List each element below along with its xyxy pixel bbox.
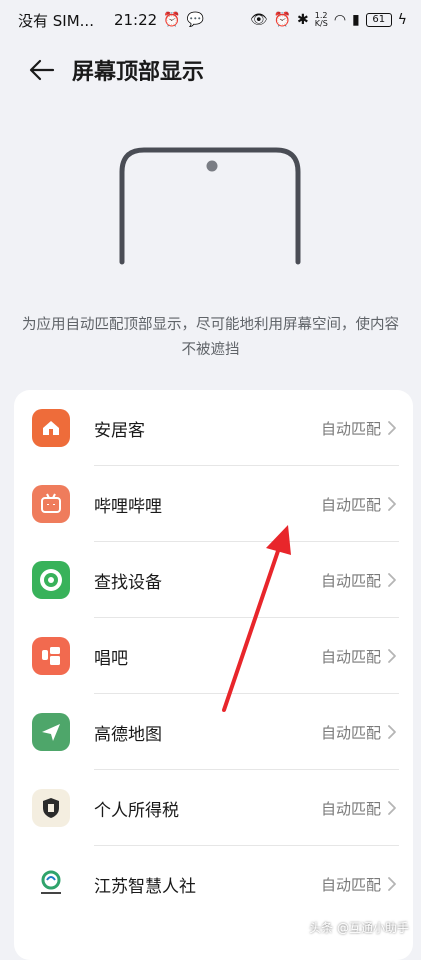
amap-icon (32, 713, 70, 751)
display-mode-value: 自动匹配 (320, 875, 381, 894)
watermark: 头条 @互通小助手 (309, 919, 409, 936)
changba-icon (32, 637, 70, 675)
chevron-right-icon (388, 801, 396, 815)
anjuke-icon (32, 409, 70, 447)
page-title: 屏幕顶部显示 (72, 60, 205, 85)
app-name: 哔哩哔哩 (94, 496, 162, 517)
chevron-right-icon (388, 497, 396, 511)
app-row-amap[interactable]: 高德地图 自动匹配 (14, 694, 413, 770)
app-row-find-device[interactable]: 查找设备 自动匹配 (14, 542, 413, 618)
bluetooth-icon: ✱ (297, 12, 309, 28)
app-row-tax[interactable]: 个人所得税 自动匹配 (14, 770, 413, 846)
eye-icon: 👁 (249, 12, 268, 28)
network-speed-unit: K/S (314, 19, 328, 28)
jiangsu-social-icon (32, 865, 70, 903)
watermark-text: 头条 @互通小助手 (309, 921, 409, 935)
front-camera-dot (206, 160, 218, 172)
app-name: 安居客 (94, 420, 145, 441)
wechat-icon: 💬 (186, 12, 205, 28)
network-speed: 1.2 K/S (315, 12, 328, 28)
app-row-changba[interactable]: 唱吧 自动匹配 (14, 618, 413, 694)
clock-time: 21:22 (113, 11, 158, 29)
app-row-jiangsu-social[interactable]: 江苏智慧人社 自动匹配 (14, 846, 413, 922)
status-right: 👁 ⏰ ✱ 1.2 K/S ◠ ▮ 61 ϟ (250, 12, 407, 28)
app-list: 安居客 自动匹配 哔哩哔哩 自动匹配 查找设备 自动匹配 唱吧 自动匹配 高德地图 自动匹配 个人所… (14, 390, 413, 960)
display-mode-value: 自动匹配 (320, 419, 381, 438)
app-name: 唱吧 (94, 648, 128, 669)
tax-icon (32, 789, 70, 827)
alarm-icon: ⏰ (273, 12, 292, 28)
display-mode-value: 自动匹配 (320, 495, 381, 514)
find-device-icon (32, 561, 70, 599)
chevron-right-icon (388, 725, 396, 739)
status-left: 没有 SIM... 21:22 ⏰ 💬 (18, 10, 204, 31)
carrier-text: 没有 SIM... (18, 11, 94, 30)
charging-icon: ϟ (397, 12, 407, 28)
battery-icon: 61 (365, 13, 392, 27)
chevron-right-icon (388, 877, 396, 891)
display-mode-value: 自动匹配 (320, 647, 381, 666)
display-mode-value: 自动匹配 (320, 799, 381, 818)
phone-top-illustration (119, 147, 301, 265)
display-mode-value: 自动匹配 (320, 723, 381, 742)
status-bar: 没有 SIM... 21:22 ⏰ 💬 👁 ⏰ ✱ 1.2 K/S ◠ ▮ 61… (0, 0, 421, 40)
chevron-right-icon (388, 421, 396, 435)
back-button[interactable] (20, 48, 64, 92)
chevron-right-icon (388, 573, 396, 587)
app-name: 个人所得税 (94, 800, 179, 821)
app-name: 查找设备 (94, 572, 162, 593)
header: 屏幕顶部显示 (0, 48, 421, 92)
app-name: 江苏智慧人社 (94, 876, 196, 897)
bilibili-icon (32, 485, 70, 523)
app-row-bilibili[interactable]: 哔哩哔哩 自动匹配 (14, 466, 413, 542)
display-mode-value: 自动匹配 (320, 571, 381, 590)
alarm-icon: ⏰ (163, 12, 181, 28)
notification-icon: ▮ (352, 12, 360, 28)
chevron-right-icon (388, 649, 396, 663)
arrow-left-icon (29, 59, 55, 81)
description-text: 为应用自动匹配顶部显示，尽可能地利用屏幕空间，使内容不被遮挡 (22, 317, 399, 358)
wifi-icon: ◠ (333, 12, 347, 28)
app-row-anjuke[interactable]: 安居客 自动匹配 (14, 390, 413, 466)
app-name: 高德地图 (94, 724, 162, 745)
